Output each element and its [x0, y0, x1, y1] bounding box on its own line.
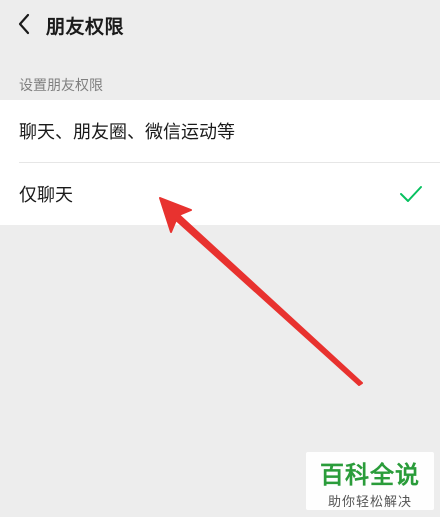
section-label: 设置朋友权限	[19, 78, 103, 94]
page-title: 朋友权限	[46, 16, 125, 38]
option-label: 仅聊天	[19, 185, 73, 206]
option-label: 聊天、朋友圈、微信运动等	[19, 122, 235, 143]
option-chat-only[interactable]: 仅聊天	[0, 163, 440, 225]
permission-options-list: 聊天、朋友圈、微信运动等 仅聊天	[0, 100, 440, 225]
watermark: 百科全说 助你轻松解决	[306, 452, 434, 510]
watermark-subtitle: 助你轻松解决	[327, 495, 412, 510]
chevron-left-icon	[18, 13, 30, 35]
watermark-logo: 百科全说	[320, 461, 420, 489]
checkmark-icon	[400, 186, 422, 202]
back-button[interactable]	[10, 10, 38, 38]
top-bar: 朋友权限	[0, 0, 440, 50]
option-chat-moments-werun[interactable]: 聊天、朋友圈、微信运动等	[0, 100, 440, 162]
